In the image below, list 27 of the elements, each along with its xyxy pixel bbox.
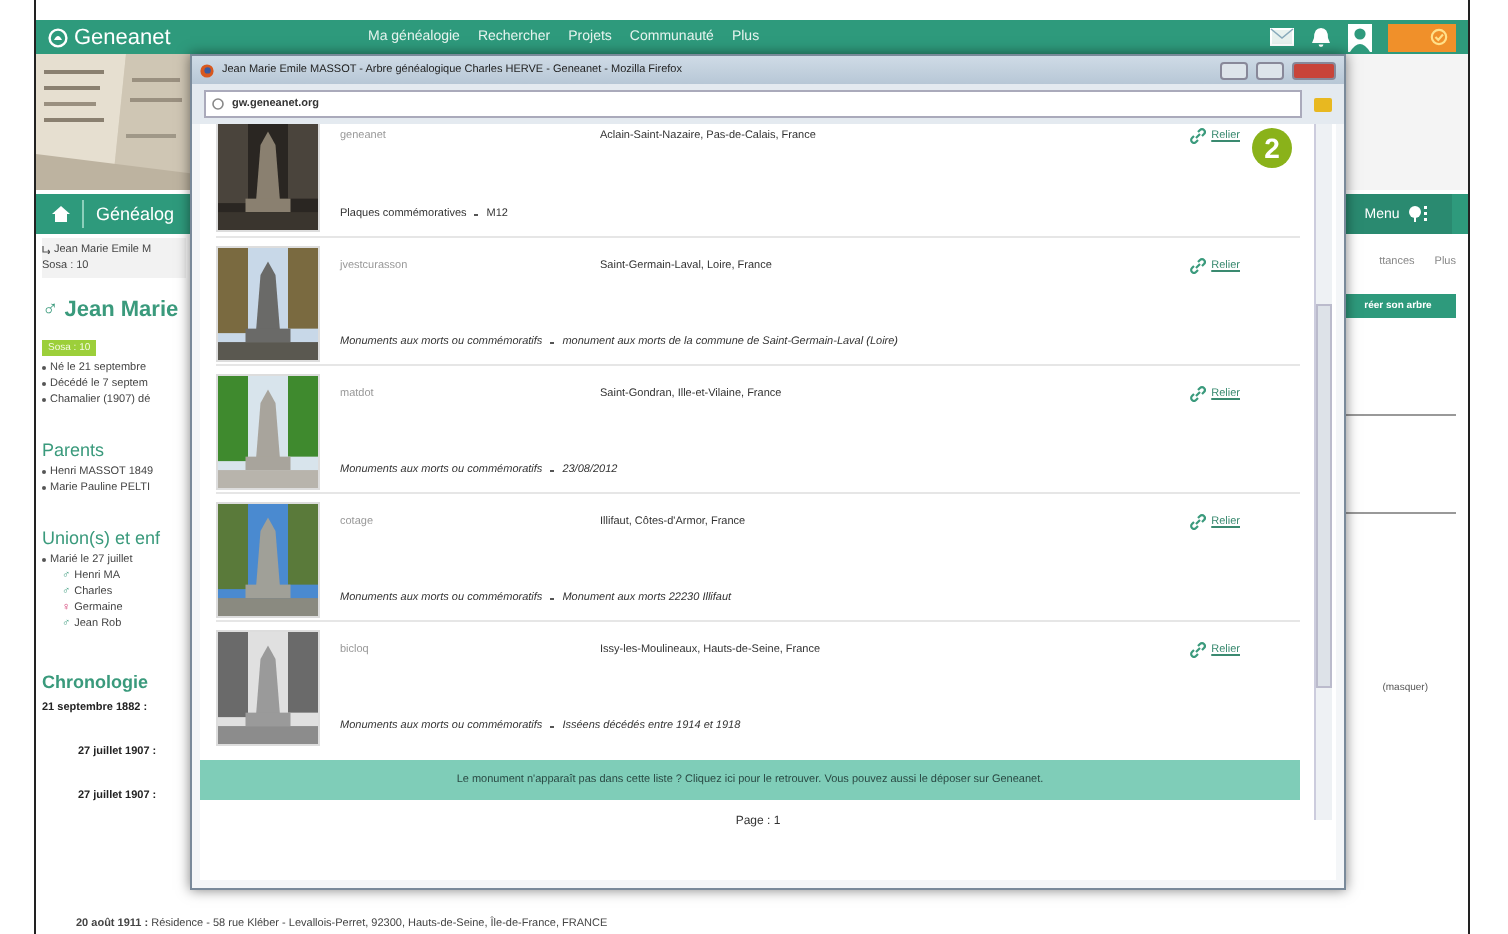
bell-icon[interactable] bbox=[1310, 26, 1332, 48]
scrollbar[interactable] bbox=[1314, 124, 1332, 820]
person-name: Jean Marie bbox=[64, 298, 179, 322]
minimize-button[interactable] bbox=[1220, 61, 1248, 79]
user-icon[interactable] bbox=[1348, 23, 1372, 51]
maximize-button[interactable] bbox=[1256, 61, 1284, 79]
link-icon bbox=[1189, 642, 1206, 658]
gender-sign: ♂ bbox=[42, 298, 59, 322]
tree-icon bbox=[1407, 206, 1428, 222]
return-arrow-icon bbox=[42, 246, 50, 254]
logo-icon bbox=[48, 27, 68, 47]
link-icon bbox=[1189, 128, 1206, 144]
link-icon bbox=[1189, 386, 1206, 402]
logo[interactable]: Geneanet bbox=[48, 25, 248, 49]
rss-icon[interactable] bbox=[1314, 97, 1332, 111]
step-badge: 2 bbox=[1252, 128, 1292, 168]
home-icon[interactable] bbox=[52, 206, 70, 222]
section-heading: Union(s) et enf bbox=[42, 528, 161, 548]
mail-icon[interactable] bbox=[1270, 28, 1294, 46]
account-button[interactable] bbox=[1388, 23, 1456, 51]
section-heading: Parents bbox=[42, 440, 105, 460]
section-heading: Chronologie bbox=[42, 672, 148, 692]
close-button[interactable] bbox=[1292, 61, 1336, 79]
check-icon bbox=[1430, 28, 1448, 46]
link-icon bbox=[1189, 258, 1206, 274]
link-icon bbox=[1189, 514, 1206, 530]
section-title: Généalog bbox=[96, 204, 175, 224]
